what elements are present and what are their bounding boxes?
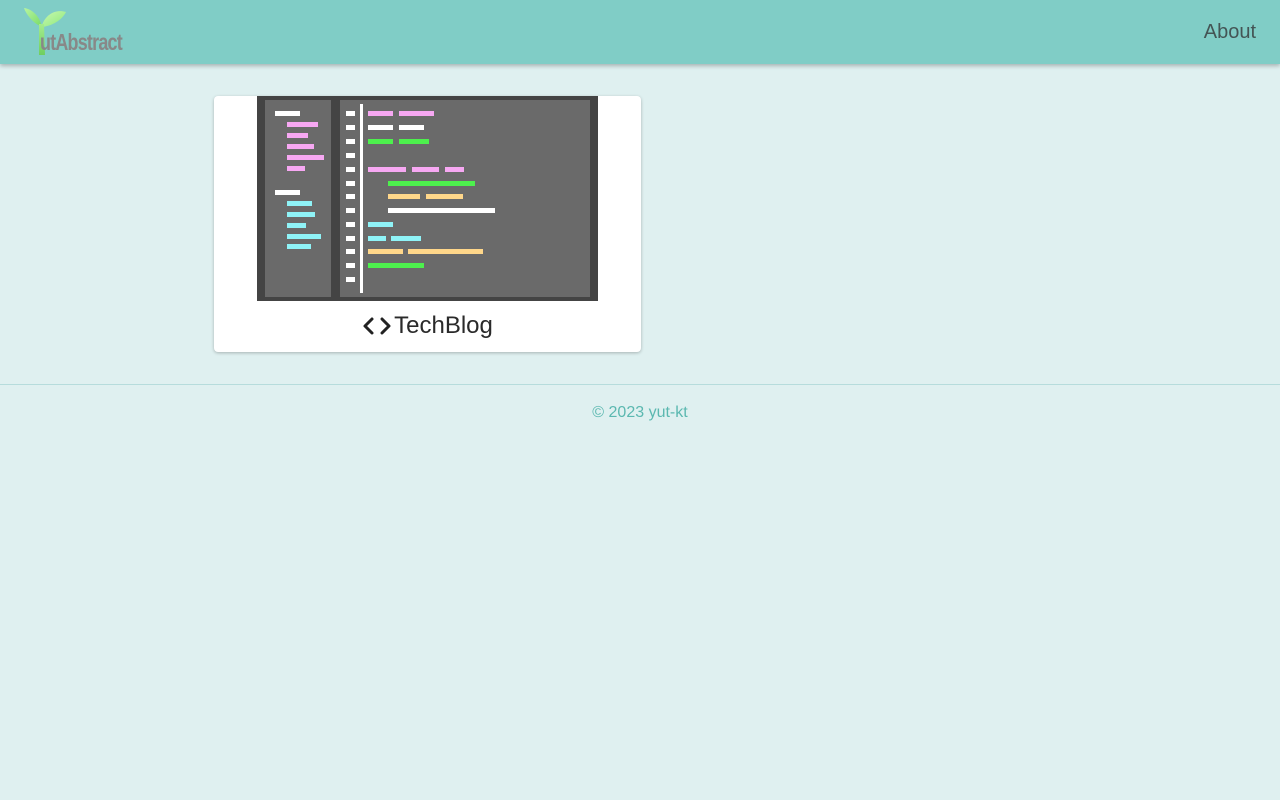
techblog-card[interactable]: TechBlog (214, 96, 641, 352)
footer-copyright: © 2023 yut-kt (592, 404, 688, 421)
site-logo[interactable]: utAbstract (22, 6, 132, 58)
code-icon (363, 317, 391, 335)
code-editor-image (257, 96, 598, 301)
card-title-text: TechBlog (394, 312, 493, 339)
card-title[interactable]: TechBlog (214, 311, 641, 341)
logo-text: utAbstract (40, 29, 123, 55)
footer-divider (0, 384, 1280, 385)
site-header: utAbstract About (0, 0, 1280, 64)
nav-about-link[interactable]: About (1204, 20, 1256, 44)
